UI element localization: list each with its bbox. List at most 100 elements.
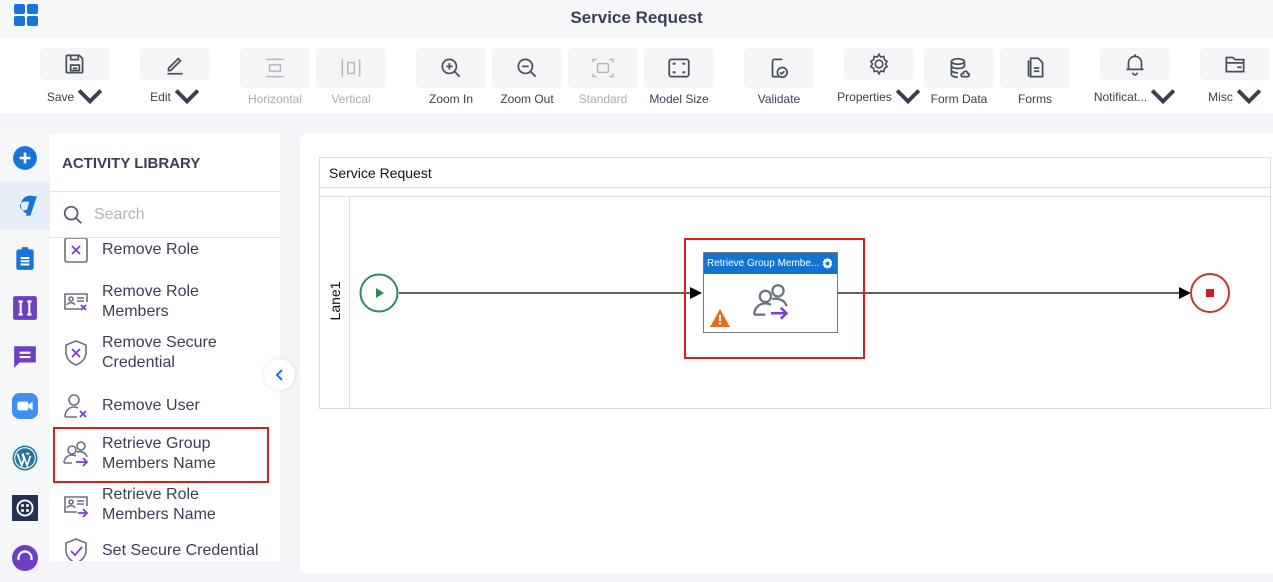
notifications-button[interactable]: Notificat... xyxy=(1094,48,1176,110)
zoom-video-icon xyxy=(12,393,38,419)
forms-label: Forms xyxy=(1018,92,1052,106)
task-header: Retrieve Group Membe... xyxy=(704,253,837,274)
chevron-left-icon xyxy=(275,368,283,381)
library-item-label: Remove Role Members xyxy=(102,283,199,320)
chevron-down-icon xyxy=(1236,89,1262,105)
lane-header[interactable]: Lane1 xyxy=(320,198,350,408)
vertical-label: Vertical xyxy=(331,92,371,106)
horizontal-button[interactable]: Horizontal xyxy=(240,48,310,110)
rail-add[interactable] xyxy=(0,134,50,182)
model-size-icon xyxy=(668,58,690,78)
validate-icon xyxy=(771,58,788,79)
rail-headset[interactable] xyxy=(0,534,50,582)
pool-header: Service Request xyxy=(320,158,1270,188)
library-search xyxy=(50,192,280,237)
collapse-library-button[interactable] xyxy=(264,359,295,390)
remove-role-icon xyxy=(64,238,88,263)
model-size-button[interactable]: Model Size xyxy=(644,48,714,110)
retrieve-role-members-icon xyxy=(64,496,89,518)
lane-label: Lane1 xyxy=(327,281,343,321)
zoom-out-label: Zoom Out xyxy=(500,92,554,106)
form-data-button[interactable]: Form Data xyxy=(924,48,994,110)
horizontal-label: Horizontal xyxy=(247,92,303,106)
validate-label: Validate xyxy=(757,92,801,106)
folder-icon xyxy=(1225,56,1245,73)
library-item-label: Set Secure Credential xyxy=(102,542,259,559)
remove-user-icon xyxy=(64,394,87,418)
properties-button[interactable]: Properties xyxy=(837,48,921,110)
search-input[interactable] xyxy=(94,205,264,224)
validate-button[interactable]: Validate xyxy=(744,48,814,110)
library-list: Remove Role Remove Role Members Remove S… xyxy=(50,238,280,561)
library-item-set-secure-credential[interactable]: Set Secure Credential xyxy=(50,536,280,561)
chevron-down-icon xyxy=(77,89,103,105)
library-item-highlight xyxy=(53,427,269,483)
warning-icon[interactable] xyxy=(710,309,730,327)
vertical-button[interactable]: Vertical xyxy=(316,48,386,110)
library-item-remove-role-members[interactable]: Remove Role Members xyxy=(50,282,280,322)
retrieve-group-members-icon xyxy=(753,284,789,320)
gear-icon xyxy=(869,52,889,76)
task-retrieve-group-members[interactable]: Retrieve Group Membe... xyxy=(703,252,838,333)
properties-label: Properties xyxy=(837,90,892,104)
rail-integration[interactable] xyxy=(0,284,50,332)
zoom-out-icon xyxy=(517,58,537,78)
set-credential-icon xyxy=(65,538,87,561)
rail-clipboard[interactable] xyxy=(0,234,50,282)
standard-button[interactable]: Standard xyxy=(568,48,638,110)
left-rail xyxy=(0,134,50,571)
zoom-in-button[interactable]: Zoom In xyxy=(416,48,486,110)
vertical-layout-icon xyxy=(341,59,361,77)
rail-activities[interactable] xyxy=(0,182,50,230)
gear-icon[interactable] xyxy=(821,257,834,270)
forms-icon xyxy=(1027,57,1044,78)
save-icon xyxy=(65,54,84,74)
form-data-label: Form Data xyxy=(930,92,988,106)
rail-twilio[interactable] xyxy=(0,484,50,532)
library-item-remove-user[interactable]: Remove User xyxy=(50,391,280,421)
zoom-out-button[interactable]: Zoom Out xyxy=(492,48,562,110)
forms-button[interactable]: Forms xyxy=(1000,48,1070,110)
rail-chat[interactable] xyxy=(0,332,50,380)
database-icon xyxy=(950,57,971,79)
add-icon xyxy=(13,146,37,170)
pool-title: Service Request xyxy=(329,165,432,181)
edit-label: Edit xyxy=(150,90,171,104)
misc-button[interactable]: Misc xyxy=(1200,48,1270,110)
misc-label: Misc xyxy=(1208,90,1233,104)
remove-credential-icon xyxy=(65,340,87,366)
rail-wordpress[interactable] xyxy=(0,434,50,482)
activity-logo-icon xyxy=(19,195,37,216)
save-button[interactable]: Save xyxy=(40,48,110,110)
library-item-remove-role[interactable]: Remove Role xyxy=(50,238,280,265)
library-item-retrieve-role-members-name[interactable]: Retrieve Role Members Name xyxy=(50,485,280,525)
twilio-icon xyxy=(12,495,38,521)
zoom-in-icon xyxy=(441,58,461,78)
task-title: Retrieve Group Membe... xyxy=(707,258,820,269)
library-item-remove-secure-credential[interactable]: Remove Secure Credential xyxy=(50,333,280,373)
title-bar: Service Request xyxy=(0,0,1273,38)
standard-size-icon xyxy=(592,58,614,78)
library-item-label: Remove Secure Credential xyxy=(102,334,217,371)
activity-library: ACTIVITY LIBRARY Remove Role Remove Role… xyxy=(50,134,280,561)
rail-zoom[interactable] xyxy=(0,382,50,430)
toolbar: Save Edit Horizontal Vertical Zoom In Zo… xyxy=(0,38,1273,113)
zoom-in-label: Zoom In xyxy=(428,92,473,106)
edit-icon xyxy=(167,57,183,75)
headset-icon xyxy=(12,545,38,571)
notifications-label: Notificat... xyxy=(1093,90,1148,104)
save-label: Save xyxy=(46,90,75,104)
search-icon xyxy=(63,205,82,224)
clipboard-icon xyxy=(16,247,34,270)
pool-subheader xyxy=(320,189,1270,197)
model-size-label: Model Size xyxy=(649,92,709,106)
library-item-label: Retrieve Role Members Name xyxy=(102,486,216,523)
edit-button[interactable]: Edit xyxy=(140,48,210,110)
chat-icon xyxy=(14,346,36,368)
wordpress-icon xyxy=(12,445,38,471)
bell-icon xyxy=(1126,54,1144,76)
page-title: Service Request xyxy=(570,8,703,27)
chevron-down-icon xyxy=(174,89,200,105)
library-title: ACTIVITY LIBRARY xyxy=(62,155,201,172)
chevron-down-icon xyxy=(895,89,921,105)
